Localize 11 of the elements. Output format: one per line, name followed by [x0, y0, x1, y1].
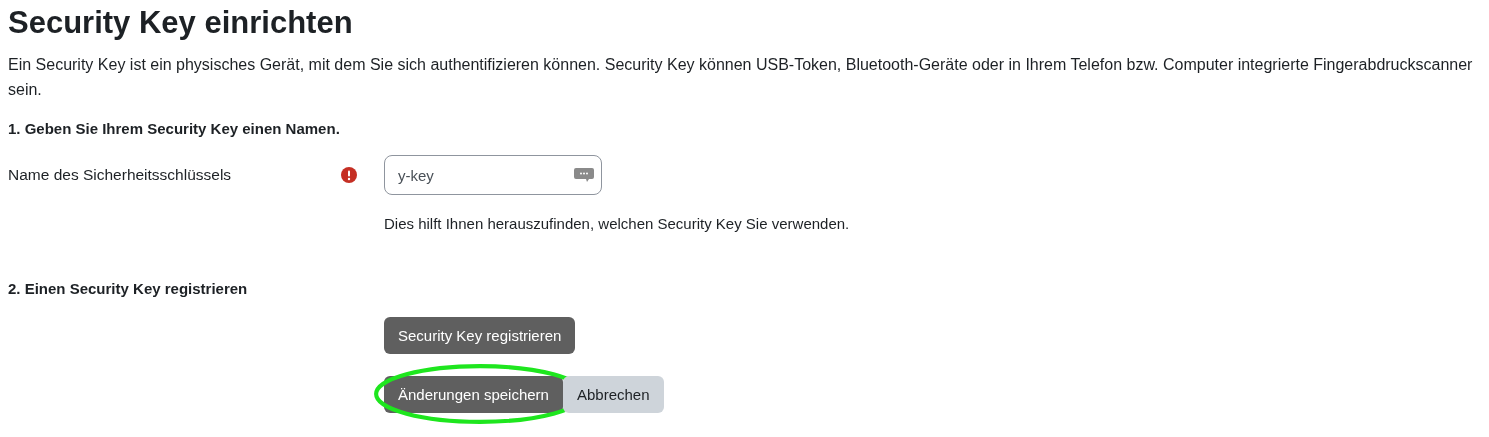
speech-bubble-icon — [573, 167, 595, 183]
key-name-field[interactable]: y-key — [384, 155, 602, 195]
page-title: Security Key einrichten — [8, 4, 354, 42]
field-label: Name des Sicherheitsschlüssels — [8, 166, 233, 184]
help-text: Dies hilft Ihnen herauszufinden, welchen Security Key Sie verwenden. — [384, 215, 851, 232]
intro-text: Ein Security Key ist ein physisches Gerät, mit dem Sie sich authentifizieren können. Security Key können USB-Token, Bluetooth-Geräte oder in Ihrem Telefon bzw. Computer integrierte Fingerabdruckscanner sein. — [8, 55, 1474, 100]
section-heading: 1. Geben Sie Ihrem Security Key einen Namen. — [8, 120, 341, 137]
section-heading: 2. Einen Security Key registrieren — [8, 280, 249, 297]
register-button[interactable]: Security Key registrieren — [384, 317, 576, 354]
save-button[interactable]: Änderungen speichern — [384, 376, 563, 413]
cancel-button[interactable]: Abbrechen — [562, 376, 664, 413]
